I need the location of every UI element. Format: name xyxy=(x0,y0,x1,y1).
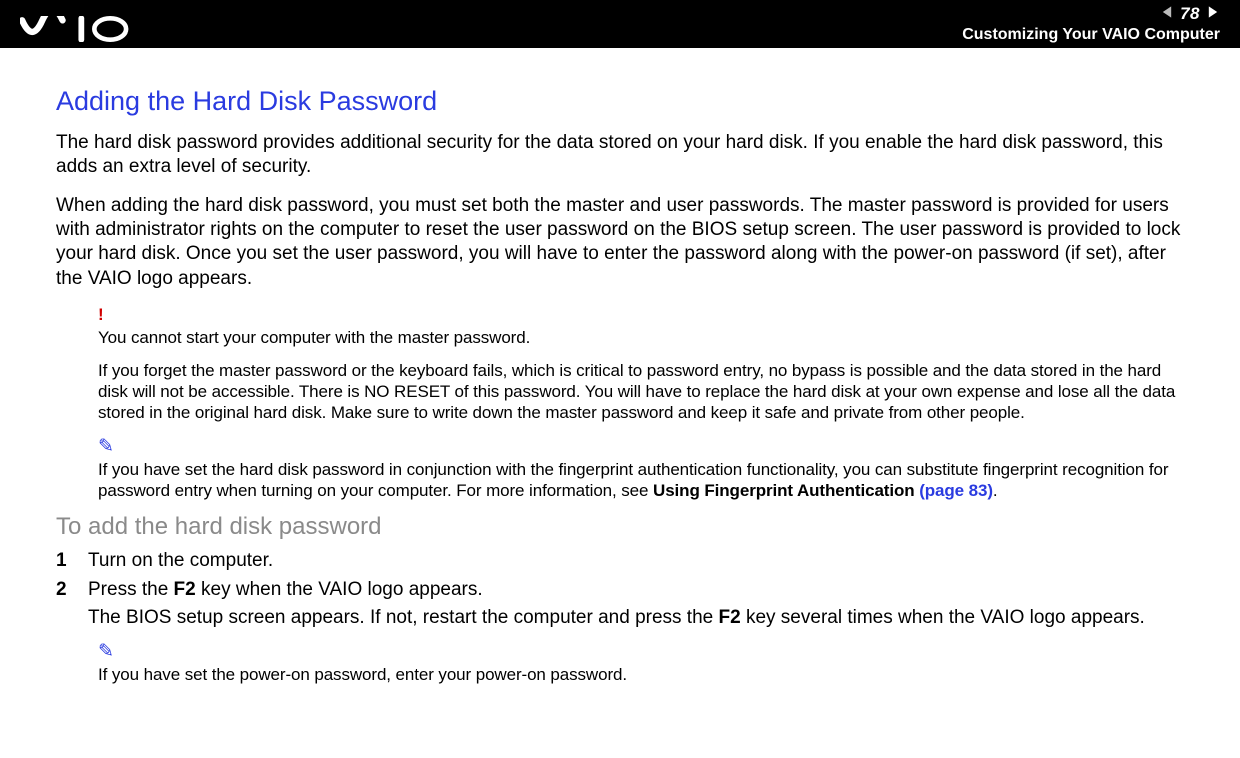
warning-block: ! You cannot start your computer with th… xyxy=(56,305,1184,423)
vaio-logo xyxy=(20,4,160,44)
step-text: Press the F2 key when the VAIO logo appe… xyxy=(88,578,1184,602)
top-bar: 78 Customizing Your VAIO Computer xyxy=(0,0,1240,48)
tip1-link[interactable]: (page 83) xyxy=(919,481,993,500)
section-subhead: To add the hard disk password xyxy=(56,513,1184,541)
tip-icon: ✎ xyxy=(98,640,1184,663)
step-number: 1 xyxy=(56,549,72,573)
step2-c: key when the VAIO logo appears. xyxy=(196,579,483,600)
step2-after-a: The BIOS setup screen appears. If not, r… xyxy=(88,607,719,628)
tip1-part-c: . xyxy=(993,481,998,500)
vaio-logo-svg xyxy=(20,16,160,42)
tip-text-1: If you have set the hard disk password i… xyxy=(98,459,1184,501)
page-content: Adding the Hard Disk Password The hard d… xyxy=(0,48,1240,685)
page-number: 78 xyxy=(1180,4,1200,24)
prev-page-arrow[interactable] xyxy=(1160,5,1174,24)
intro-paragraph-2: When adding the hard disk password, you … xyxy=(56,194,1184,291)
header-nav: 78 Customizing Your VAIO Computer xyxy=(962,4,1220,44)
steps-list: 1 Turn on the computer. 2 Press the F2 k… xyxy=(56,549,1184,630)
step2-after-key: F2 xyxy=(719,607,741,628)
breadcrumb: Customizing Your VAIO Computer xyxy=(962,26,1220,44)
step-number: 2 xyxy=(56,578,72,602)
warning-icon: ! xyxy=(98,305,1184,325)
page-nav: 78 xyxy=(1160,4,1220,24)
intro-paragraph-1: The hard disk password provides addition… xyxy=(56,131,1184,180)
step-1: 1 Turn on the computer. xyxy=(56,549,1184,573)
tip-block-2: ✎ If you have set the power-on password,… xyxy=(56,640,1184,685)
body-text: The hard disk password provides addition… xyxy=(56,131,1184,291)
next-page-arrow[interactable] xyxy=(1206,5,1220,24)
step-2: 2 Press the F2 key when the VAIO logo ap… xyxy=(56,578,1184,602)
warning-text-1: You cannot start your computer with the … xyxy=(98,327,1184,348)
tip-block-1: ✎ If you have set the hard disk password… xyxy=(56,435,1184,501)
step2-a: Press the xyxy=(88,579,174,600)
step2-after-c: key several times when the VAIO logo app… xyxy=(741,607,1145,628)
step-2-continuation: The BIOS setup screen appears. If not, r… xyxy=(88,606,1184,630)
tip1-part-a: If you have set the hard disk password i… xyxy=(98,460,1168,500)
tip-text-2: If you have set the power-on password, e… xyxy=(98,664,1184,685)
warning-text-2: If you forget the master password or the… xyxy=(98,360,1184,423)
step-text: Turn on the computer. xyxy=(88,549,1184,573)
page-title: Adding the Hard Disk Password xyxy=(56,86,1184,117)
tip-icon: ✎ xyxy=(98,435,1184,458)
tip1-bold: Using Fingerprint Authentication xyxy=(653,481,919,500)
step2-key: F2 xyxy=(174,579,196,600)
